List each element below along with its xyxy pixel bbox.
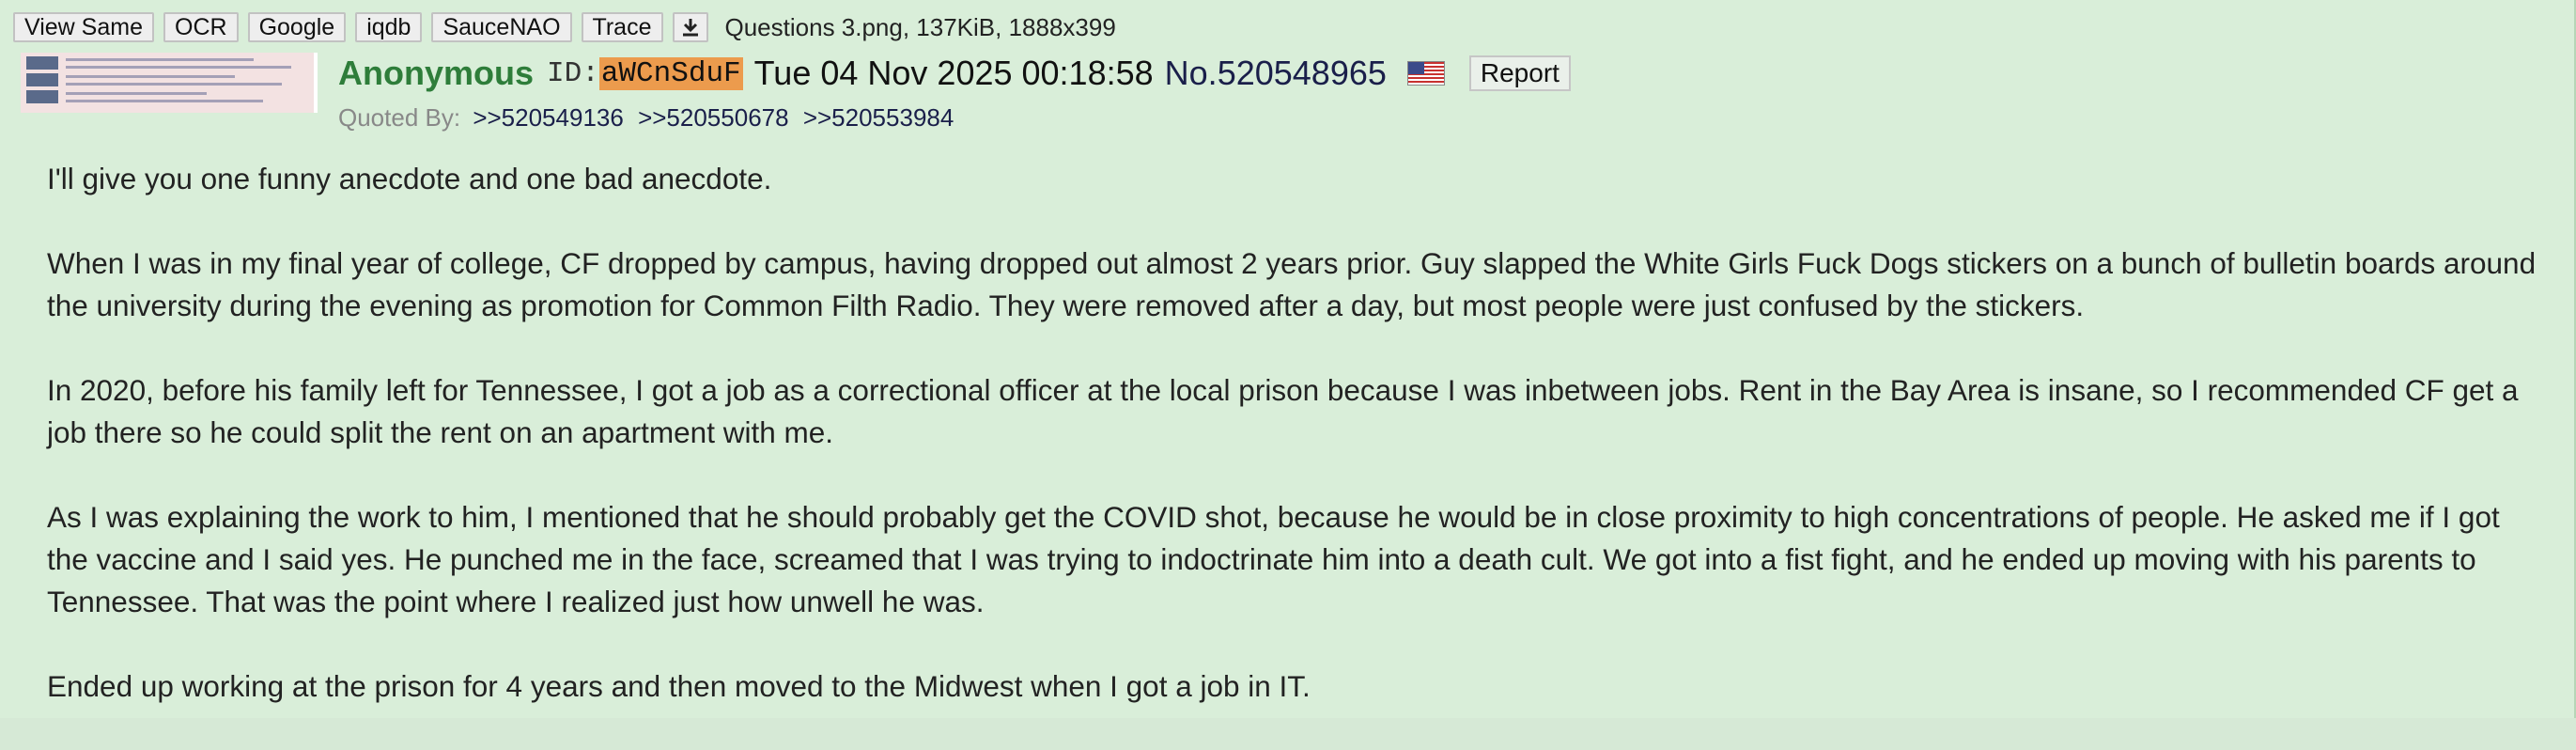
quoted-by: Quoted By: >>520549136 >>520550678 >>520… <box>338 103 961 133</box>
quoted-by-label: Quoted By: <box>338 103 461 132</box>
post-header: Anonymous ID: aWCnSduF Tue 04 Nov 2025 0… <box>338 53 1571 94</box>
thumb-detail <box>66 100 263 102</box>
download-icon <box>682 19 698 37</box>
post-paragraph: As I was explaining the work to him, I m… <box>47 500 2500 618</box>
file-toolbar: View Same OCR Google iqdb SauceNAO Trace… <box>13 11 1116 43</box>
thumb-detail <box>66 83 282 86</box>
post-number-quote-link[interactable]: 520548965 <box>1218 54 1387 93</box>
ocr-button[interactable]: OCR <box>163 12 239 42</box>
thumb-detail <box>66 66 291 69</box>
post-paragraph: I'll give you one funny anecdote and one… <box>47 162 772 195</box>
iqdb-button[interactable]: iqdb <box>355 12 423 42</box>
saucenao-button[interactable]: SauceNAO <box>431 12 572 42</box>
poster-id[interactable]: aWCnSduF <box>598 56 743 90</box>
post-body: I'll give you one funny anecdote and one… <box>47 158 2537 750</box>
file-info[interactable]: Questions 3.png, 137KiB, 1888x399 <box>725 13 1116 42</box>
poster-name: Anonymous <box>338 54 535 92</box>
post-datetime: Tue 04 Nov 2025 00:18:58 <box>753 54 1154 92</box>
post-paragraph: In 2020, before his family left for Tenn… <box>47 373 2519 449</box>
us-flag-icon <box>1406 61 1445 86</box>
trace-button[interactable]: Trace <box>581 12 663 42</box>
google-button[interactable]: Google <box>247 12 347 42</box>
thumb-detail <box>66 75 235 78</box>
download-button[interactable] <box>672 12 708 42</box>
thumb-detail <box>66 58 254 61</box>
post-paragraph: Ended up working at the prison for 4 yea… <box>47 669 1311 703</box>
backlink-quote[interactable]: >>520549136 <box>473 103 624 132</box>
post-image-thumbnail[interactable] <box>21 53 318 113</box>
report-button[interactable]: Report <box>1468 55 1571 91</box>
backlink-quote[interactable]: >>520550678 <box>638 103 789 132</box>
thumb-detail <box>26 56 58 70</box>
backlink-quote[interactable]: >>520553984 <box>803 103 954 132</box>
post-container: View Same OCR Google iqdb SauceNAO Trace… <box>0 0 2576 718</box>
thumb-detail <box>66 92 207 95</box>
thumb-detail <box>26 90 58 103</box>
post-number-link[interactable]: No. <box>1165 54 1218 93</box>
poster-id-label: ID: <box>547 56 599 90</box>
thumb-detail <box>26 73 58 86</box>
view-same-button[interactable]: View Same <box>13 12 154 42</box>
post-paragraph: When I was in my final year of college, … <box>47 246 2537 322</box>
